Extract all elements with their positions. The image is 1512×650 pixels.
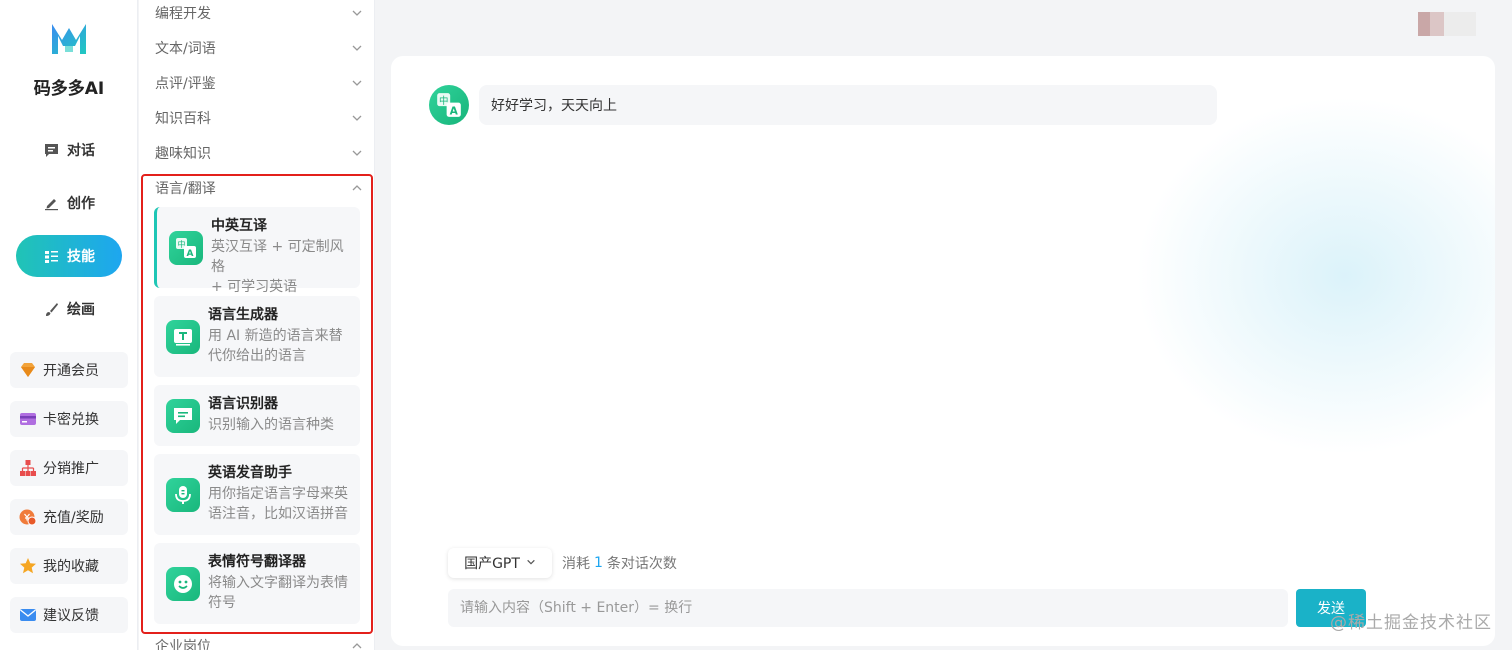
watermark: @稀土掘金技术社区 bbox=[1330, 613, 1492, 633]
nav-item-label: 绘画 bbox=[67, 302, 95, 318]
category-label: 编程开发 bbox=[155, 6, 211, 22]
app-logo[interactable] bbox=[48, 18, 90, 60]
category-review[interactable]: 点评/评鉴 bbox=[155, 71, 363, 95]
skill-card-desc-line: 语注音，比如汉语拼音 bbox=[208, 506, 348, 522]
chevron-down-icon bbox=[351, 42, 363, 54]
skill-card-desc-line: 用你指定语言字母来英 bbox=[208, 486, 348, 502]
membership-button[interactable]: 开通会员 bbox=[10, 352, 128, 388]
chevron-down-icon bbox=[351, 112, 363, 124]
feedback-button-label: 建议反馈 bbox=[43, 608, 99, 624]
skill-card-title: 表情符号翻译器 bbox=[208, 554, 306, 570]
svg-text:A: A bbox=[450, 104, 459, 117]
card-redeem-button[interactable]: 卡密兑换 bbox=[10, 401, 128, 437]
message-input-wrapper bbox=[448, 589, 1288, 627]
diamond-icon bbox=[19, 361, 37, 379]
membership-button-label: 开通会员 bbox=[43, 363, 99, 379]
category-label: 点评/评鉴 bbox=[155, 76, 216, 92]
translate-icon: 中A bbox=[429, 85, 469, 125]
chevron-down-icon bbox=[526, 555, 536, 571]
skills-panel: 编程开发 文本/词语 点评/评鉴 知识百科 趣味知识 语言/翻译 中A 中英互译… bbox=[139, 0, 375, 650]
message-text: 好好学习，天天向上 bbox=[491, 98, 617, 114]
brush-icon bbox=[43, 301, 59, 317]
hierarchy-icon bbox=[19, 459, 37, 477]
model-select[interactable]: 国产GPT bbox=[448, 548, 552, 578]
category-label: 语言/翻译 bbox=[155, 181, 216, 197]
chevron-down-icon bbox=[351, 7, 363, 19]
usage-suffix: 条对话次数 bbox=[606, 556, 677, 572]
recharge-button[interactable]: 充值/奖励 bbox=[10, 499, 128, 535]
skill-card-desc-line: 英汉互译 + 可定制风格 bbox=[211, 239, 344, 275]
feedback-button[interactable]: 建议反馈 bbox=[10, 597, 128, 633]
category-label: 企业岗位 bbox=[155, 639, 211, 650]
translate-icon: 中A bbox=[169, 231, 203, 265]
nav-item-create[interactable]: 创作 bbox=[16, 182, 122, 224]
usage-info: 消耗 1 条对话次数 bbox=[562, 552, 677, 574]
card-icon bbox=[19, 410, 37, 428]
chevron-down-icon bbox=[351, 147, 363, 159]
list-icon bbox=[43, 248, 59, 264]
nav-item-chat[interactable]: 对话 bbox=[16, 129, 122, 171]
skill-card-desc-line: 识别输入的语言种类 bbox=[208, 417, 334, 433]
skill-card-desc-line: 用 AI 新造的语言来替 bbox=[208, 328, 343, 344]
message-bubble: 好好学习，天天向上 bbox=[479, 85, 1217, 125]
nav-item-label: 技能 bbox=[67, 249, 95, 265]
card-redeem-button-label: 卡密兑换 bbox=[43, 412, 99, 428]
category-label: 趣味知识 bbox=[155, 146, 211, 162]
skill-card-language-detector[interactable]: 语言识别器 识别输入的语言种类 bbox=[154, 385, 360, 446]
category-programming[interactable]: 编程开发 bbox=[155, 1, 363, 25]
skill-card-title: 语言生成器 bbox=[208, 307, 278, 323]
message-icon bbox=[166, 399, 200, 433]
distribution-button-label: 分销推广 bbox=[43, 461, 99, 477]
smiley-icon bbox=[166, 567, 200, 601]
coin-icon bbox=[19, 508, 37, 526]
text-icon bbox=[166, 320, 200, 354]
mail-icon bbox=[19, 606, 37, 624]
skill-card-title: 语言识别器 bbox=[208, 396, 278, 412]
nav-item-draw[interactable]: 绘画 bbox=[16, 288, 122, 330]
category-fun-facts[interactable]: 趣味知识 bbox=[155, 141, 363, 165]
chevron-down-icon bbox=[351, 77, 363, 89]
category-label: 知识百科 bbox=[155, 111, 211, 127]
message-input[interactable] bbox=[460, 600, 1288, 616]
category-encyclopedia[interactable]: 知识百科 bbox=[155, 106, 363, 130]
nav-item-skills[interactable]: 技能 bbox=[16, 235, 122, 277]
chevron-up-icon bbox=[351, 640, 363, 650]
chevron-up-icon bbox=[351, 182, 363, 194]
category-text[interactable]: 文本/词语 bbox=[155, 36, 363, 60]
nav-item-label: 创作 bbox=[67, 196, 95, 212]
distribution-button[interactable]: 分销推广 bbox=[10, 450, 128, 486]
nav-item-label: 对话 bbox=[67, 143, 95, 159]
usage-prefix: 消耗 bbox=[562, 556, 590, 572]
category-language-translation[interactable]: 语言/翻译 bbox=[155, 176, 363, 200]
microphone-icon bbox=[166, 478, 200, 512]
skill-card-emoji-translator[interactable]: 表情符号翻译器 将输入文字翻译为表情 符号 bbox=[154, 543, 360, 624]
favorites-button[interactable]: 我的收藏 bbox=[10, 548, 128, 584]
pen-icon bbox=[43, 195, 59, 211]
favorites-button-label: 我的收藏 bbox=[43, 559, 99, 575]
chat-panel: 中A 好好学习，天天向上 国产GPT 消耗 1 条对话次数 发送 bbox=[391, 56, 1495, 646]
skill-card-title: 英语发音助手 bbox=[208, 465, 292, 481]
skill-card-desc-line: 代你给出的语言 bbox=[208, 348, 306, 364]
skill-card-cn-en-translate[interactable]: 中A 中英互译 英汉互译 + 可定制风格 + 可学习英语 bbox=[154, 207, 360, 295]
skill-card-language-generator[interactable]: 语言生成器 用 AI 新造的语言来替 代你给出的语言 bbox=[154, 296, 360, 377]
category-label: 文本/词语 bbox=[155, 41, 216, 57]
skill-card-desc-line: + 可学习英语 bbox=[211, 279, 298, 295]
app-name: 码多多AI bbox=[33, 79, 105, 99]
recharge-button-label: 充值/奖励 bbox=[43, 510, 104, 526]
left-nav: 码多多AI 对话 创作 技能 绘画 开通会员 卡密兑换 分销推广 充值/奖励 我… bbox=[0, 0, 138, 650]
skill-card-title: 中英互译 bbox=[211, 218, 267, 234]
usage-count: 1 bbox=[594, 555, 603, 571]
svg-text:A: A bbox=[187, 249, 194, 259]
skill-card-english-pronunciation[interactable]: 英语发音助手 用你指定语言字母来英 语注音，比如汉语拼音 bbox=[154, 454, 360, 535]
category-enterprise-roles[interactable]: 企业岗位 bbox=[155, 634, 363, 650]
skill-card-desc-line: 将输入文字翻译为表情 bbox=[208, 575, 348, 591]
background-glow bbox=[1135, 96, 1495, 456]
user-avatar[interactable] bbox=[1418, 12, 1476, 36]
star-icon bbox=[19, 557, 37, 575]
chat-icon bbox=[43, 142, 59, 158]
model-select-label: 国产GPT bbox=[464, 556, 520, 572]
skill-card-desc-line: 符号 bbox=[208, 595, 236, 611]
